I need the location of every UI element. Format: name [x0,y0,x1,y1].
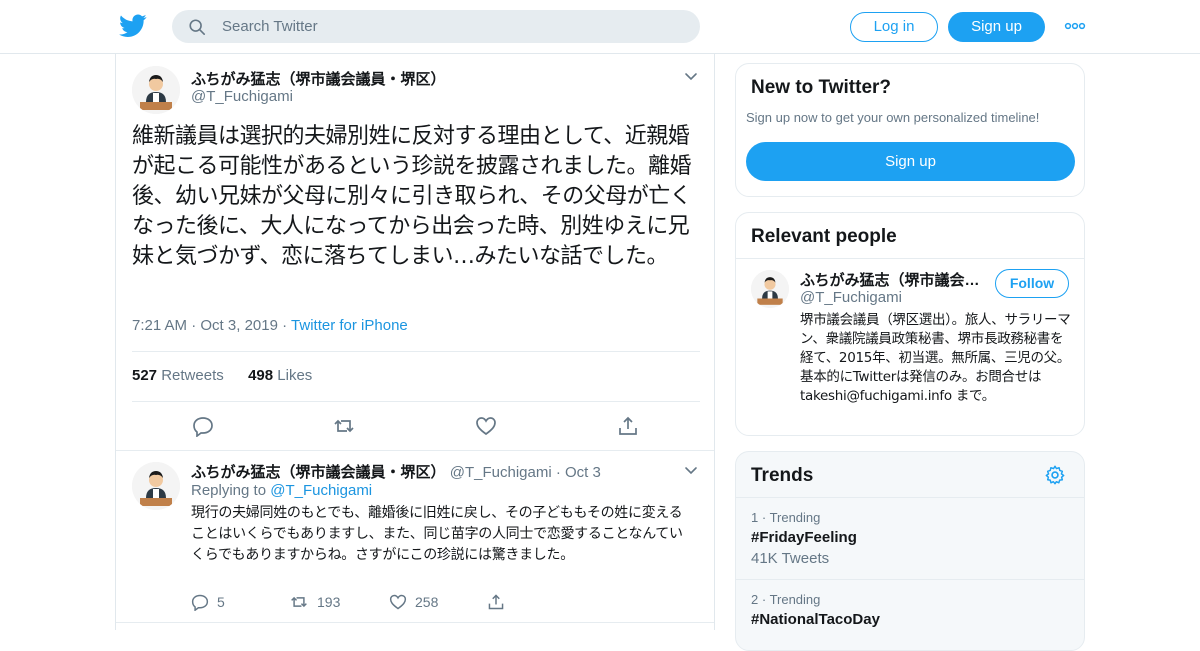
divider [116,450,714,451]
avatar[interactable] [751,270,789,308]
reply-author-name[interactable]: ふちがみ猛志（堺市議会議員・堺区） [191,464,446,481]
new-to-twitter-card: New to Twitter? Sign up now to get your … [735,63,1085,197]
top-nav-bar: Log in Sign up [0,0,1200,54]
person-name[interactable]: ふちがみ猛志（堺市議会… [800,269,985,290]
share-icon [488,594,504,610]
trends-title: Trends [751,465,814,486]
trend-item[interactable]: 1 · Trending #FridayFeeling 41K Tweets [751,510,857,567]
trends-card: Trends 1 · Trending #FridayFeeling 41K T… [735,451,1085,651]
reply-header: ふちがみ猛志（堺市議会議員・堺区） @T_Fuchigami · Oct 3 [191,464,601,481]
share-icon[interactable] [617,415,639,437]
trend-name: #FridayFeeling [751,529,857,546]
trend-count: 41K Tweets [751,550,830,567]
reply-author-handle[interactable]: @T_Fuchigami [450,464,552,481]
relevant-people-card: Relevant people ふちがみ猛志（堺市議会… @T_Fuchigam… [735,212,1085,436]
reply-retweet-action[interactable]: 193 [289,593,340,611]
like-stat[interactable]: 498 Likes [248,367,312,384]
trend-item[interactable]: 2 · Trending #NationalTacoDay [751,592,880,628]
tweet-stats: 527 Retweets 498 Likes [132,367,312,384]
person-bio: 堺市議会議員（堺区選出）。旅人、サラリーマン、衆議院議員政策秘書、堺市長政務秘書… [800,312,1071,404]
tweet-text: 維新議員は選択的夫婦別姓に反対する理由として、近親婚が起こる可能性があるという珍… [132,124,692,269]
search-icon [189,19,206,36]
reply-share-action[interactable] [487,593,505,611]
divider [736,497,1084,498]
divider [116,622,714,623]
reply-icon[interactable] [192,415,214,437]
gear-icon[interactable] [1044,464,1066,486]
person-handle[interactable]: @T_Fuchigami [800,289,902,306]
more-icon[interactable] [1064,18,1086,34]
search-bar[interactable] [172,10,700,43]
replying-to: Replying to @T_Fuchigami [191,482,373,499]
avatar-illustration-icon [751,270,789,308]
replying-to-link[interactable]: @T_Fuchigami [270,482,372,499]
heart-icon [389,594,407,610]
like-count: 258 [415,594,439,610]
new-to-twitter-subtitle: Sign up now to get your own personalized… [746,110,1040,125]
tweet-author-name[interactable]: ふちがみ猛志（堺市議会議員・堺区） [191,68,446,89]
chevron-down-icon[interactable] [684,466,698,476]
tweet-date[interactable]: Oct 3, 2019 [200,317,278,334]
avatar-illustration-icon [132,66,180,114]
divider [736,258,1084,259]
tweet-time[interactable]: 7:21 AM [132,317,187,334]
tweet-author-handle[interactable]: @T_Fuchigami [191,88,293,105]
signup-button[interactable]: Sign up [948,12,1045,42]
chevron-down-icon[interactable] [684,72,698,82]
avatar-illustration-icon [132,462,180,510]
reply-date[interactable]: Oct 3 [565,464,601,481]
heart-icon[interactable] [475,415,497,437]
avatar[interactable] [132,462,180,510]
login-button[interactable]: Log in [850,12,938,42]
divider [132,401,700,402]
twitter-bird-icon[interactable] [119,14,147,38]
trend-meta: 1 · Trending [751,510,821,525]
follow-button[interactable]: Follow [995,269,1069,298]
reply-text: 現行の夫婦同姓のもとでも、離婚後に旧姓に戻し、その子どももその姓に変えることはい… [191,505,683,563]
retweet-stat[interactable]: 527 Retweets [132,367,224,384]
reply-like-action[interactable]: 258 [389,593,438,611]
divider [132,351,700,352]
reply-count: 5 [217,594,225,610]
tweet-source-link[interactable]: Twitter for iPhone [291,317,408,334]
trend-name: #NationalTacoDay [751,611,880,628]
divider [736,579,1084,580]
tweet-meta: 7:21 AM · Oct 3, 2019 · Twitter for iPho… [132,317,408,334]
relevant-people-title: Relevant people [751,226,897,247]
retweet-count: 193 [317,594,341,610]
avatar[interactable] [132,66,180,114]
sidebar-signup-button[interactable]: Sign up [746,142,1075,181]
tweet-column: ふちがみ猛志（堺市議会議員・堺区） @T_Fuchigami 維新議員は選択的夫… [115,54,715,630]
new-to-twitter-title: New to Twitter? [751,77,892,98]
trend-meta: 2 · Trending [751,592,821,607]
retweet-icon [291,596,307,608]
reply-icon [191,594,209,611]
reply-reply-action[interactable]: 5 [191,593,225,611]
retweet-icon[interactable] [333,415,355,437]
search-input[interactable] [222,10,682,43]
